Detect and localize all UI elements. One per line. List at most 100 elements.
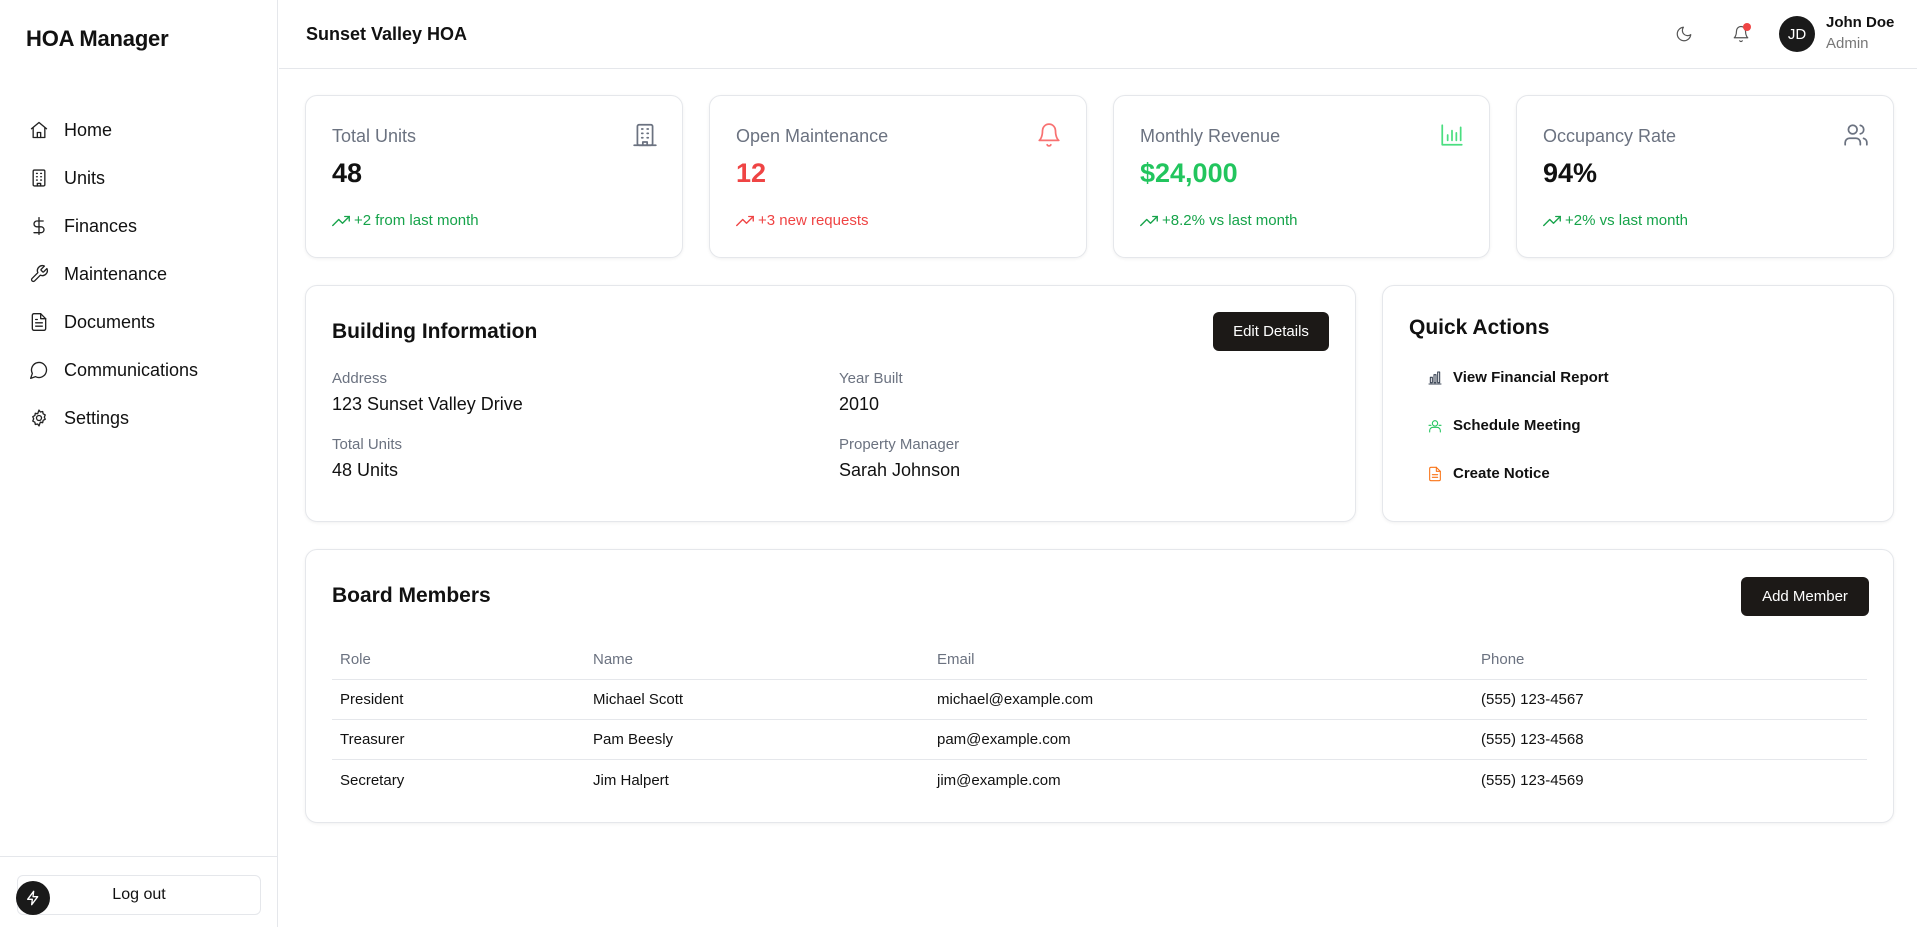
bell-icon[interactable] (1729, 22, 1753, 46)
add-member-button[interactable]: Add Member (1741, 577, 1869, 616)
email-cell: pam@example.com (937, 731, 1071, 748)
users-icon (1428, 419, 1442, 433)
stat-value: 12 (736, 158, 767, 188)
bar-chart-icon (1439, 122, 1465, 148)
property-manager-value: Sarah Johnson (839, 460, 961, 480)
stat-trend: +3 new requests (736, 212, 869, 229)
stat-trend-text: +3 new requests (758, 212, 869, 229)
stat-trend: +2 from last month (332, 212, 479, 229)
sidebar-nav: Home Units Finances Maintenance Document… (28, 106, 258, 442)
table-row[interactable]: President Michael Scott michael@example.… (332, 680, 1867, 720)
quick-actions-card: Quick Actions View Financial Report Sche… (1382, 285, 1894, 522)
column-header: Phone (1481, 651, 1525, 668)
property-manager-label: Property Manager (839, 436, 960, 453)
chat-icon (28, 359, 50, 381)
view-financial-report-button[interactable]: View Financial Report (1409, 369, 1609, 386)
stat-label: Monthly Revenue (1140, 126, 1281, 146)
role-cell: Treasurer (340, 731, 405, 748)
column-header: Name (593, 651, 634, 668)
year-built-value: 2010 (839, 394, 880, 414)
sidebar-item-maintenance[interactable]: Maintenance (28, 250, 258, 298)
sidebar-item-label: Communications (64, 359, 199, 380)
name-cell: Jim Halpert (593, 771, 669, 789)
sidebar-item-home[interactable]: Home (28, 106, 258, 154)
phone-cell: (555) 123-4569 (1481, 771, 1584, 789)
sidebar-item-label: Settings (64, 407, 130, 428)
email-cell: jim@example.com (937, 771, 1061, 789)
building-info-title: Building Information (332, 320, 538, 343)
sidebar-item-units[interactable]: Units (28, 154, 258, 202)
avatar[interactable]: JD (1779, 16, 1815, 52)
stat-trend: +2% vs last month (1543, 212, 1688, 229)
board-members-table: Role Name Email Phone President Michael … (332, 640, 1867, 800)
column-header: Email (937, 651, 975, 668)
create-notice-button[interactable]: Create Notice (1409, 465, 1550, 482)
sidebar-item-finances[interactable]: Finances (28, 202, 258, 250)
email-cell: michael@example.com (937, 691, 1094, 708)
stat-label: Open Maintenance (736, 126, 889, 146)
table-row[interactable]: Secretary Jim Halpert jim@example.com (5… (332, 760, 1867, 800)
sidebar-item-settings[interactable]: Settings (28, 394, 258, 442)
phone-cell: (555) 123-4568 (1481, 731, 1584, 748)
stat-value: 94% (1543, 158, 1598, 188)
user-role: Admin (1826, 35, 1869, 52)
sidebar-footer: Log out (0, 856, 278, 927)
total-units-value: 48 Units (332, 460, 399, 480)
bar-chart-icon (1428, 370, 1442, 385)
document-icon (28, 311, 50, 333)
bolt-icon[interactable] (16, 881, 50, 915)
phone-cell: (555) 123-4567 (1481, 691, 1584, 708)
wrench-icon (28, 263, 50, 285)
role-cell: Secretary (340, 771, 405, 789)
logout-button[interactable]: Log out (17, 875, 261, 915)
sidebar-item-documents[interactable]: Documents (28, 298, 258, 346)
stat-card-monthly-revenue: Monthly Revenue $24,000 +8.2% vs last mo… (1113, 95, 1490, 258)
quick-action-label: View Financial Report (1453, 369, 1609, 386)
sidebar-item-communications[interactable]: Communications (28, 346, 258, 394)
stat-value: 48 (332, 158, 363, 188)
building-icon (632, 122, 658, 148)
document-icon (1429, 466, 1441, 481)
sidebar-item-label: Units (64, 167, 106, 188)
stat-label: Occupancy Rate (1543, 126, 1677, 146)
sidebar-item-label: Maintenance (64, 263, 168, 284)
stat-trend-text: +2% vs last month (1565, 212, 1688, 229)
building-info-card: Building Information Edit Details Addres… (305, 285, 1356, 522)
schedule-meeting-button[interactable]: Schedule Meeting (1409, 417, 1581, 434)
column-header: Role (340, 651, 371, 668)
trending-up-icon (332, 215, 350, 226)
name-cell: Michael Scott (593, 691, 684, 708)
table-header: Role Name Email Phone (332, 640, 1867, 680)
trending-up-icon (736, 215, 754, 226)
stat-trend: +8.2% vs last month (1140, 212, 1297, 229)
home-icon (28, 119, 50, 141)
year-built-label: Year Built (839, 370, 903, 387)
edit-details-button[interactable]: Edit Details (1213, 312, 1329, 351)
trending-up-icon (1140, 215, 1158, 226)
role-cell: President (340, 691, 404, 708)
trending-up-icon (1543, 215, 1561, 226)
board-members-title: Board Members (332, 584, 491, 607)
moon-icon[interactable] (1672, 22, 1696, 46)
app-brand: HOA Manager (26, 26, 169, 51)
users-icon (1843, 122, 1869, 148)
quick-actions-title: Quick Actions (1409, 316, 1550, 339)
table-row[interactable]: Treasurer Pam Beesly pam@example.com (55… (332, 720, 1867, 760)
stat-label: Total Units (332, 126, 417, 146)
bell-icon (1036, 122, 1062, 148)
address-value: 123 Sunset Valley Drive (332, 394, 523, 414)
sidebar: HOA Manager Home Units Finances Maintena… (0, 0, 278, 927)
total-units-label: Total Units (332, 436, 403, 453)
name-cell: Pam Beesly (593, 731, 674, 748)
stat-card-open-maintenance: Open Maintenance 12 +3 new requests (709, 95, 1087, 258)
page-title: Sunset Valley HOA (306, 24, 468, 44)
dollar-icon (28, 215, 50, 237)
stat-trend-text: +2 from last month (354, 212, 479, 229)
top-header: Sunset Valley HOA JD John Doe Admin (279, 0, 1917, 69)
stat-card-total-units: Total Units 48 +2 from last month (305, 95, 683, 258)
board-members-card: Board Members Add Member Role Name Email… (305, 549, 1894, 823)
user-name: John Doe (1826, 14, 1895, 31)
quick-action-label: Create Notice (1453, 465, 1550, 482)
building-icon (28, 167, 50, 189)
sidebar-item-label: Home (64, 119, 113, 140)
